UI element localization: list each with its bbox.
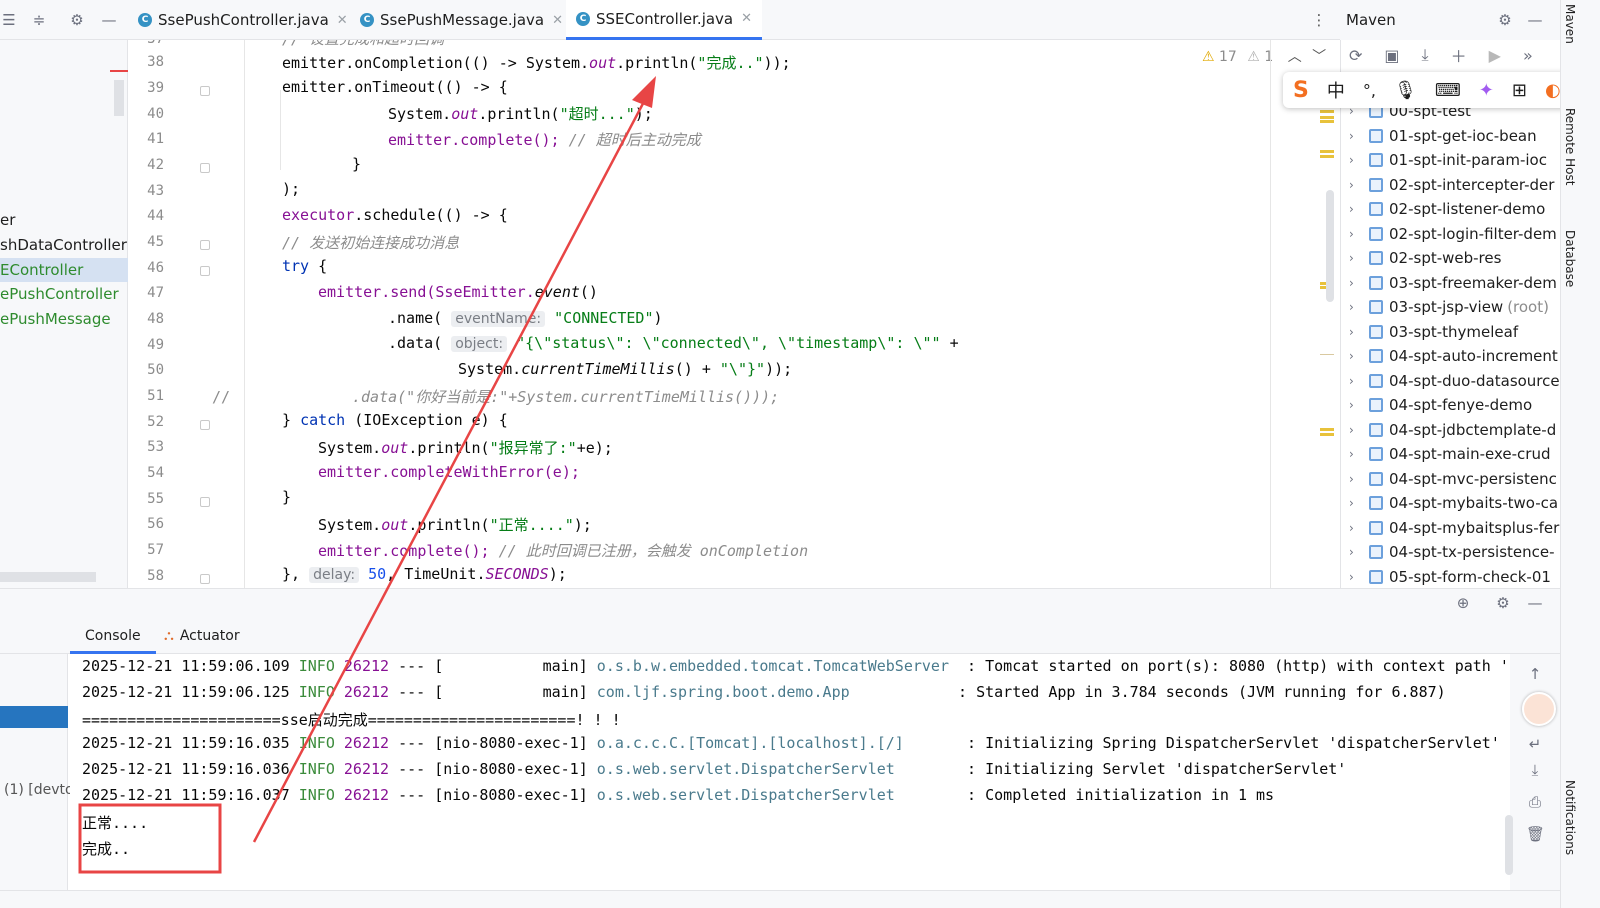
annotation-arrow-head: [632, 76, 656, 108]
annotation-arrow-line: [252, 93, 650, 843]
ide-window: ☰ ≑ ⚙ — C SsePushController.java ✕ C Sse…: [0, 0, 1600, 908]
annotation-overlay: [78, 76, 656, 874]
annotation-box: [78, 803, 222, 874]
